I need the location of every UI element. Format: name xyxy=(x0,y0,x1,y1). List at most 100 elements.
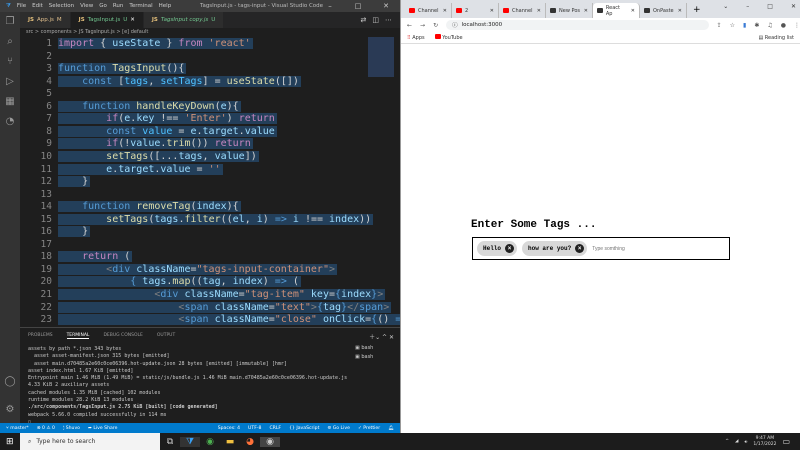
close-tab-icon[interactable]: ✕ xyxy=(130,17,135,23)
source-control-icon[interactable]: ⑂ xyxy=(0,52,20,72)
breadcrumb[interactable]: src > components > JS TagsInput.js > [e]… xyxy=(20,28,400,37)
remote-icon[interactable]: ◔ xyxy=(0,112,20,132)
user-status[interactable]: 🕯 Shuvo xyxy=(63,425,80,431)
bookmark-star-icon[interactable]: ☆ xyxy=(730,22,735,29)
chrome-taskbar-icon[interactable]: ◉ xyxy=(200,437,220,447)
code-line[interactable]: if(e.key !== 'Enter') return xyxy=(58,113,277,125)
extensions-puzzle-icon[interactable]: ✱ xyxy=(754,22,759,29)
code-line[interactable]: const value = e.target.value xyxy=(58,125,277,137)
forward-icon[interactable]: → xyxy=(420,22,425,29)
menu-icon[interactable]: ⋮ xyxy=(794,22,800,29)
problems-status[interactable]: ⊗ 0 ⚠ 0 xyxy=(37,426,55,431)
close-window-button[interactable]: ✕ xyxy=(791,3,796,10)
media-icon[interactable]: ♫ xyxy=(767,22,772,29)
panel-tab-problems[interactable]: PROBLEMS xyxy=(28,333,53,339)
code-line[interactable]: } xyxy=(58,176,91,188)
prettier-status[interactable]: ✓ Prettier xyxy=(358,426,380,431)
search-icon[interactable]: ⌕ xyxy=(0,32,20,52)
bookmark-youtube[interactable]: YouTube xyxy=(434,34,463,41)
browser-tab[interactable]: 2 ✕ xyxy=(452,3,499,18)
code-line[interactable]: setTags([...tags, value]) xyxy=(58,150,259,162)
code-line[interactable]: if(!value.trim()) return xyxy=(58,138,253,150)
branch-status[interactable]: ⑂ master* xyxy=(6,425,29,431)
new-tab-button[interactable]: + xyxy=(693,5,701,15)
go-live-button[interactable]: ⊚ Go Live xyxy=(327,426,350,431)
tray-chevron-icon[interactable]: ^ xyxy=(725,439,729,444)
tab-tagsinput-copy-js[interactable]: JS TagsInput copy.js U xyxy=(143,12,225,28)
code-line[interactable]: <span className="close" onClick={() => r… xyxy=(58,314,400,326)
compare-icon[interactable]: ⇄ xyxy=(361,16,367,24)
close-tab-icon[interactable]: ✕ xyxy=(678,8,682,14)
minimap[interactable] xyxy=(368,37,394,77)
firefox-icon[interactable]: ◕ xyxy=(240,437,260,447)
menu-help[interactable]: Help xyxy=(159,3,172,9)
vscode-taskbar-icon[interactable]: ⧩ xyxy=(180,436,200,447)
notifications-icon[interactable]: 🔔︎ xyxy=(388,426,394,431)
menu-run[interactable]: Run xyxy=(113,3,124,9)
run-debug-icon[interactable]: ▷ xyxy=(0,72,20,92)
extension-icon[interactable]: ▮ xyxy=(743,22,746,29)
file-explorer-icon[interactable]: ▬ xyxy=(220,437,240,447)
tab-tagsinput-js[interactable]: JS TagsInput.js U ✕ xyxy=(70,12,144,28)
close-tab-icon[interactable]: ✕ xyxy=(584,8,588,14)
taskbar-search[interactable]: ⌕ Type here to search xyxy=(20,433,160,450)
live-share-button[interactable]: ➦ Live Share xyxy=(88,426,117,431)
code-line[interactable]: { tags.map((tag, index) => ( xyxy=(58,276,301,288)
tab-app-js[interactable]: JS App.js M xyxy=(20,12,71,28)
panel-tab-output[interactable]: OUTPUT xyxy=(157,333,175,339)
settings-gear-icon[interactable]: ⚙ xyxy=(0,400,20,420)
code-line[interactable]: import { useState } from 'react' xyxy=(58,38,253,49)
menu-selection[interactable]: Selection xyxy=(49,3,74,9)
windows-start-icon[interactable]: ⊞ xyxy=(6,437,14,447)
explorer-icon[interactable]: ❐ xyxy=(0,12,20,32)
code-line[interactable]: setTags(tags.filter((el, i) => i !== ind… xyxy=(58,213,374,225)
code-line[interactable]: function TagsInput(){ xyxy=(58,63,187,75)
code-editor[interactable]: 1 import { useState } from 'react' 2 3 funct… xyxy=(20,37,400,327)
address-bar[interactable]: ⓘ localhost:3000 xyxy=(446,20,709,30)
code-line[interactable]: <div className="tags-input-container"> xyxy=(58,263,337,275)
menu-edit[interactable]: Edit xyxy=(32,3,43,9)
eol-status[interactable]: CRLF xyxy=(269,426,281,431)
close-tab-icon[interactable]: ✕ xyxy=(631,8,635,14)
share-icon[interactable]: ⇪ xyxy=(717,22,722,29)
more-icon[interactable]: ⋯ xyxy=(385,16,392,24)
menu-terminal[interactable]: Terminal xyxy=(129,3,152,9)
code-line[interactable]: function removeTag(index){ xyxy=(58,201,241,213)
chrome-active-taskbar-icon[interactable]: ◉ xyxy=(260,436,280,447)
close-panel-icon[interactable]: ✕ xyxy=(389,334,394,341)
encoding-status[interactable]: UTF-8 xyxy=(248,426,261,431)
volume-icon[interactable]: 🔊︎ xyxy=(745,439,748,445)
code-line[interactable]: function handleKeyDown(e){ xyxy=(58,100,241,112)
tab-search-icon[interactable]: ⌄ xyxy=(723,3,728,10)
minimize-button[interactable]: – xyxy=(316,2,344,10)
tag-input[interactable] xyxy=(592,245,693,252)
terminal-instance[interactable]: ▣ bash xyxy=(355,344,373,353)
browser-tab[interactable]: OnPaste ✕ xyxy=(640,3,687,18)
close-window-button[interactable]: ✕ xyxy=(372,2,400,10)
task-view-icon[interactable]: ⧉ xyxy=(160,437,180,447)
browser-tab[interactable]: Channel ✕ xyxy=(499,3,546,18)
network-icon[interactable]: ◢ xyxy=(735,439,738,444)
terminal-instance[interactable]: ▣ bash xyxy=(355,353,373,362)
close-tab-icon[interactable]: ✕ xyxy=(490,8,494,14)
close-tab-icon[interactable]: ✕ xyxy=(537,8,541,14)
maximize-panel-icon[interactable]: ^ xyxy=(382,334,387,341)
remove-tag-icon[interactable]: × xyxy=(575,244,585,253)
code-line[interactable]: <div className="tag-item" key={index}> xyxy=(58,289,386,300)
extensions-icon[interactable]: ▦ xyxy=(0,92,20,112)
browser-tab[interactable]: Channel ✕ xyxy=(405,3,452,18)
browser-tab[interactable]: React Ap ✕ xyxy=(593,3,640,18)
clock[interactable]: 9:47 AM 1/17/2022 xyxy=(753,436,776,448)
code-line[interactable]: const [tags, setTags] = useState([]) xyxy=(58,75,301,87)
menu-view[interactable]: View xyxy=(80,3,93,9)
notification-center-icon[interactable]: ▭ xyxy=(782,437,790,446)
menu-file[interactable]: File xyxy=(17,3,26,9)
back-icon[interactable]: ← xyxy=(407,22,412,29)
new-terminal-icon[interactable]: ＋⌄ xyxy=(369,334,380,341)
account-icon[interactable]: ◯ xyxy=(0,372,20,392)
split-editor-icon[interactable]: ◫ xyxy=(372,16,379,24)
browser-tab[interactable]: New Pos ✕ xyxy=(546,3,593,18)
reading-list-button[interactable]: ▤ Reading list xyxy=(758,35,794,41)
menu-go[interactable]: Go xyxy=(99,3,107,9)
bookmark-apps[interactable]: ⠿ Apps xyxy=(407,35,425,41)
